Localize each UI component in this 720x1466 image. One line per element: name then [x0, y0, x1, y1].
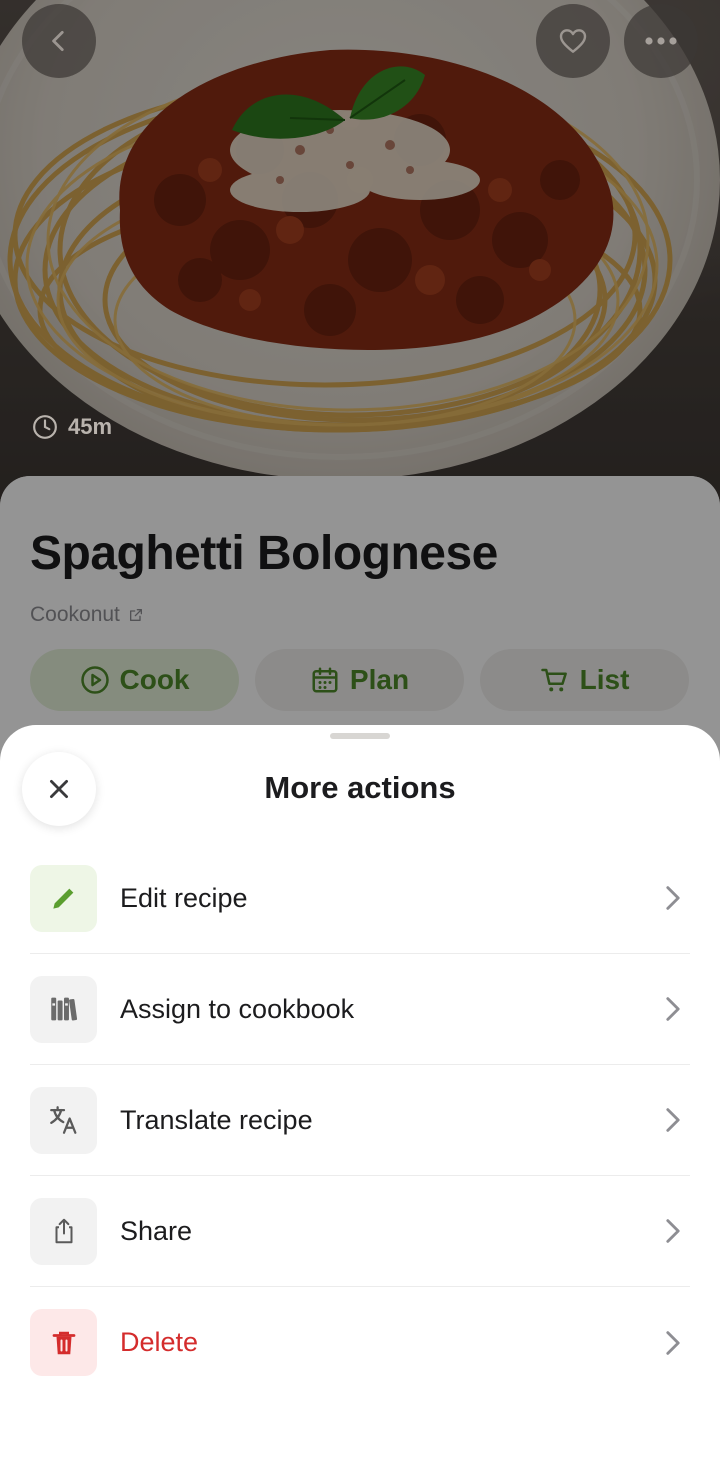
translate-icon-tile — [30, 1086, 97, 1154]
favorite-button[interactable] — [536, 4, 610, 78]
cook-time-badge: 45m — [32, 414, 112, 440]
sheet-grabber[interactable] — [330, 733, 390, 739]
action-share[interactable]: Share — [30, 1176, 690, 1287]
pencil-icon — [52, 888, 73, 909]
chevron-left-icon — [52, 30, 64, 52]
action-delete[interactable]: Delete — [30, 1287, 690, 1398]
action-assign-cookbook[interactable]: Assign to cookbook — [30, 954, 690, 1065]
chevron-right-icon — [666, 1108, 680, 1132]
hero-overlay-dim — [0, 0, 720, 520]
action-label: Edit recipe — [120, 882, 248, 913]
trash-icon — [52, 1331, 75, 1354]
share-icon-tile — [30, 1197, 97, 1265]
chevron-right-icon — [666, 997, 680, 1021]
ellipsis-icon — [645, 37, 677, 45]
action-label: Share — [120, 1215, 193, 1246]
share-icon — [55, 1218, 72, 1244]
actions-list: Edit recipe Assign to cookbook Translate… — [30, 843, 690, 1398]
books-icon — [50, 997, 77, 1021]
edit-icon-tile — [30, 864, 97, 932]
more-options-button[interactable] — [624, 4, 698, 78]
back-button[interactable] — [22, 4, 96, 78]
chevron-right-icon — [666, 886, 680, 910]
heart-icon — [559, 29, 587, 53]
cookbook-icon-tile — [30, 975, 97, 1043]
action-label: Assign to cookbook — [120, 993, 355, 1024]
action-translate-recipe[interactable]: Translate recipe — [30, 1065, 690, 1176]
action-label: Translate recipe — [120, 1104, 313, 1135]
recipe-hero-image: 45m — [0, 0, 720, 520]
cook-time-text: 45m — [68, 414, 113, 439]
sheet-title: More actions — [264, 770, 456, 805]
action-label: Delete — [120, 1327, 199, 1357]
chevron-right-icon — [666, 1330, 680, 1355]
clock-icon — [33, 415, 57, 439]
delete-icon-tile — [30, 1309, 97, 1376]
more-actions-sheet: More actions Edit recipe Assign to cookb… — [0, 725, 720, 1466]
chevron-right-icon — [666, 1219, 680, 1243]
translate-icon — [49, 1106, 76, 1134]
action-edit-recipe[interactable]: Edit recipe — [30, 843, 690, 954]
